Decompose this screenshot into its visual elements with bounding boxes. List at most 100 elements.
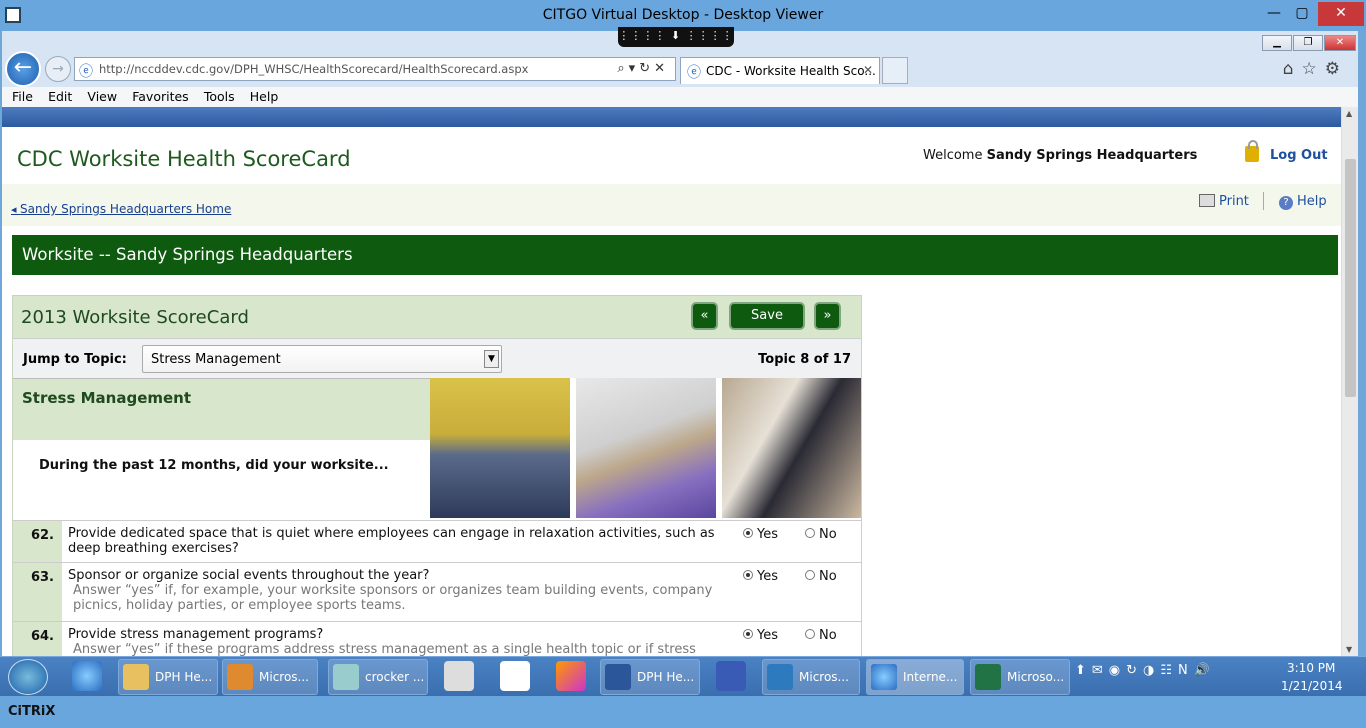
chevron-down-icon[interactable]: ▼ (484, 350, 499, 368)
site-title: CDC Worksite Health ScoreCard (17, 147, 351, 171)
menu-edit[interactable]: Edit (48, 87, 72, 107)
maximize-button[interactable]: ▢ (1290, 2, 1314, 26)
taskbar-item[interactable]: DPH He... (600, 659, 700, 695)
address-url[interactable]: http://nccddev.cdc.gov/DPH_WHSC/HealthSc… (99, 62, 528, 76)
yes-label: Yes (757, 569, 778, 584)
answer-yes-radio[interactable]: Yes (743, 527, 778, 542)
vertical-scrollbar[interactable]: ▲ ▼ (1341, 107, 1358, 656)
welcome-user-name: Sandy Springs Headquarters (986, 148, 1198, 163)
citrix-toolbar-tab[interactable]: ⋮⋮⋮⋮ ⬇ ⋮⋮⋮⋮ (618, 27, 734, 47)
answer-no-radio[interactable]: No (805, 628, 837, 643)
home-icon[interactable]: ⌂ (1283, 59, 1302, 79)
taskbar-item-active[interactable]: Interne... (866, 659, 964, 695)
browser-tab-title: CDC - Worksite Health Sco... (706, 64, 876, 78)
system-tray[interactable]: ⬆✉◉↻◑☷N🔊 (1075, 663, 1216, 678)
taskbar-item[interactable]: Micros... (762, 659, 860, 695)
gear-icon[interactable]: ⚙ (1325, 59, 1348, 79)
browser-toolbar-icons: ⌂☆⚙ (1283, 59, 1348, 79)
menu-bar: File Edit View Favorites Tools Help (2, 87, 1358, 107)
menu-file[interactable]: File (12, 87, 33, 107)
topic-select[interactable]: Stress Management ▼ (142, 345, 502, 373)
taskbar-item[interactable]: Micros... (222, 659, 318, 695)
citrix-logo: CiTRiX (8, 704, 56, 719)
favorites-star-icon[interactable]: ☆ (1302, 59, 1325, 79)
site-header: CDC Worksite Health ScoreCard Welcome Sa… (2, 127, 1341, 184)
radio-selected-icon (743, 528, 753, 538)
relaxation-photo (430, 378, 570, 518)
jump-to-topic-label: Jump to Topic: (23, 352, 127, 367)
help-label: Help (1297, 194, 1327, 209)
question-number: 64. (13, 622, 62, 656)
welcome-text: Welcome Sandy Springs Headquarters (923, 148, 1197, 163)
browser-restore-button[interactable]: ❐ (1293, 35, 1323, 51)
address-controls[interactable]: ⌕▾↻✕ (617, 61, 669, 76)
answer-yes-radio[interactable]: Yes (743, 628, 778, 643)
document-icon[interactable] (500, 661, 530, 691)
taskbar-item-label: Micros... (259, 670, 309, 684)
save-button[interactable]: Save (729, 302, 805, 330)
question-hint: Answer “yes” if these programs address s… (73, 642, 696, 656)
lock-icon (1245, 140, 1259, 162)
clock-date[interactable]: 1/21/2014 (1281, 679, 1343, 693)
scroll-up-icon[interactable]: ▲ (1346, 109, 1352, 118)
topic-panel: Stress Management During the past 12 mon… (13, 378, 861, 520)
snipping-tool-icon[interactable] (556, 661, 586, 691)
next-topic-button[interactable]: » (814, 302, 841, 330)
browser-minimize-button[interactable]: ▁ (1262, 35, 1292, 51)
answer-yes-radio[interactable]: Yes (743, 569, 778, 584)
print-label: Print (1219, 194, 1249, 209)
previous-topic-button[interactable]: « (691, 302, 718, 330)
back-button[interactable]: ← (5, 51, 41, 87)
forward-button[interactable]: → (45, 56, 71, 82)
exercise-ball-photo (576, 378, 716, 518)
radio-empty-icon (805, 570, 815, 580)
taskbar-item[interactable]: DPH He... (118, 659, 218, 695)
minimize-button[interactable]: — (1262, 2, 1286, 26)
no-label: No (819, 628, 837, 643)
scroll-down-icon[interactable]: ▼ (1346, 645, 1352, 654)
radio-empty-icon (805, 528, 815, 538)
no-label: No (819, 569, 837, 584)
calculator-icon[interactable] (444, 661, 474, 691)
no-label: No (819, 527, 837, 542)
menu-help[interactable]: Help (250, 87, 279, 107)
logout-link[interactable]: Log Out (1270, 148, 1328, 163)
yes-label: Yes (757, 527, 778, 542)
help-icon: ? (1279, 196, 1293, 210)
printer-icon (1199, 194, 1215, 207)
taskbar-item-label: DPH He... (637, 670, 695, 684)
print-link[interactable]: Print (1199, 194, 1249, 209)
ie-taskbar-icon[interactable] (72, 661, 102, 691)
close-tab-icon[interactable]: ✕ (863, 63, 873, 77)
clock-time[interactable]: 3:10 PM (1287, 661, 1335, 675)
browser-tab-active[interactable]: ⓔ CDC - Worksite Health Sco... ✕ (680, 57, 880, 84)
visio-icon[interactable] (716, 661, 746, 691)
excel-icon (975, 664, 1001, 690)
question-text-block: Provide stress management programs? Answ… (68, 627, 728, 656)
folder-icon (123, 664, 149, 690)
topic-counter: Topic 8 of 17 (758, 352, 851, 367)
menu-tools[interactable]: Tools (204, 87, 235, 107)
address-bar[interactable]: ⓔ http://nccddev.cdc.gov/DPH_WHSC/Health… (74, 57, 676, 81)
answer-no-radio[interactable]: No (805, 527, 837, 542)
scorecard-panel: 2013 Worksite ScoreCard « Save » Jump to… (12, 295, 862, 656)
answer-no-radio[interactable]: No (805, 569, 837, 584)
menu-view[interactable]: View (87, 87, 117, 107)
scrollbar-thumb[interactable] (1345, 159, 1356, 397)
close-button[interactable]: ✕ (1318, 2, 1364, 26)
worksite-banner-text: Worksite -- Sandy Springs Headquarters (22, 245, 353, 264)
browser-close-button[interactable]: ✕ (1324, 35, 1356, 51)
top-banner-band (2, 107, 1341, 127)
taskbar-item[interactable]: Microso... (970, 659, 1070, 695)
start-button[interactable] (8, 659, 48, 695)
menu-favorites[interactable]: Favorites (132, 87, 188, 107)
question-text-block: Sponsor or organize social events throug… (68, 568, 728, 613)
worksite-home-link[interactable]: Sandy Springs Headquarters Home (11, 202, 231, 216)
question-row: 62. Provide dedicated space that is quie… (13, 520, 861, 562)
radio-selected-icon (743, 629, 753, 639)
new-tab-button[interactable] (882, 57, 908, 84)
question-intro: During the past 12 months, did your work… (39, 458, 389, 473)
help-link[interactable]: ? Help (1279, 194, 1327, 210)
citrix-window-title: CITGO Virtual Desktop - Desktop Viewer (542, 7, 824, 23)
taskbar-item[interactable]: crocker ... (328, 659, 428, 695)
